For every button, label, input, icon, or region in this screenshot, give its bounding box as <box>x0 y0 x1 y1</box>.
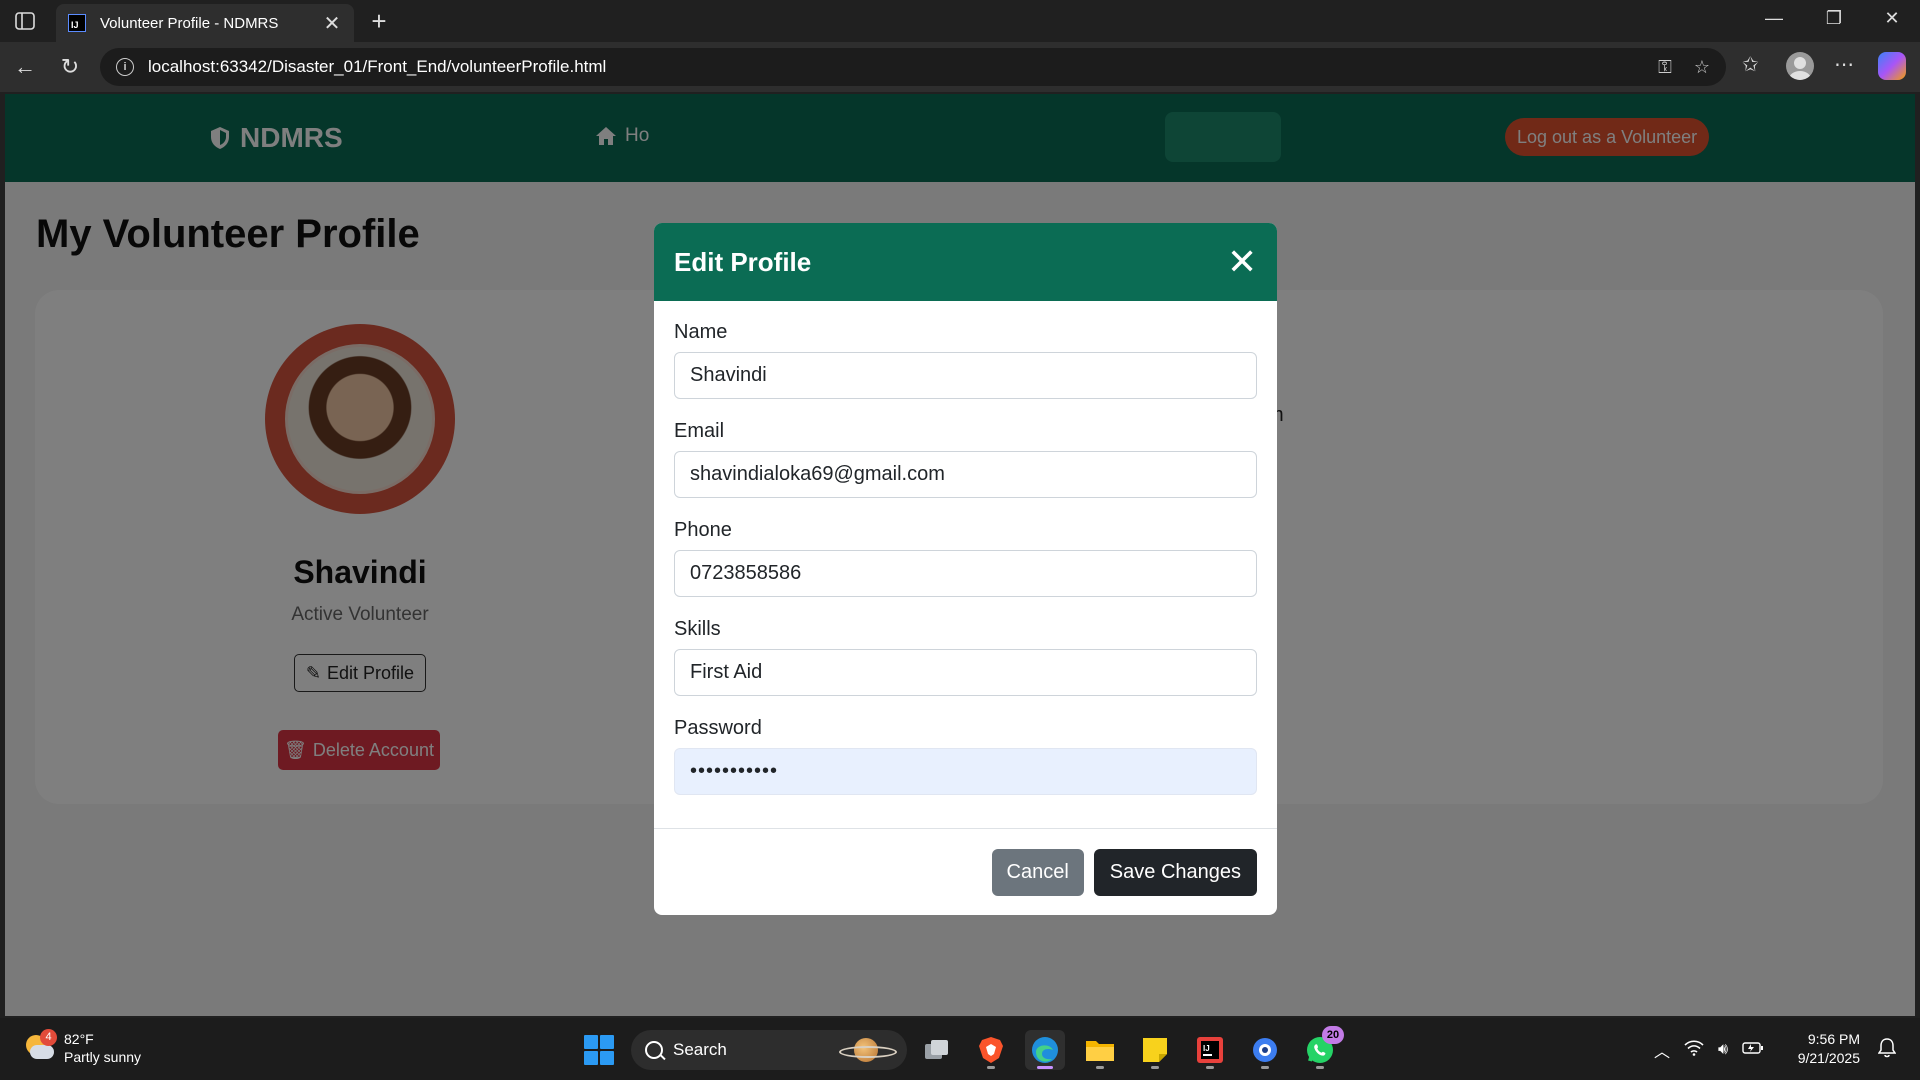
password-field-group: Password <box>674 717 1257 795</box>
url-field[interactable]: i localhost:63342/Disaster_01/Front_End/… <box>100 48 1726 86</box>
save-changes-button[interactable]: Save Changes <box>1093 848 1257 896</box>
new-tab-button[interactable]: + <box>364 6 394 37</box>
name-label: Name <box>674 321 728 343</box>
app-eye-icon[interactable] <box>1245 1030 1285 1070</box>
password-label: Password <box>674 717 762 739</box>
wifi-icon[interactable] <box>1684 1039 1704 1061</box>
reload-icon[interactable]: ↻ <box>55 52 85 82</box>
notification-bell-icon[interactable] <box>1877 1038 1900 1060</box>
copilot-icon[interactable] <box>1878 52 1906 80</box>
saturn-icon <box>839 1037 897 1063</box>
phone-label: Phone <box>674 519 732 541</box>
name-field-group: Name <box>674 321 1257 399</box>
favorites-icon[interactable]: ✩ <box>1742 52 1759 77</box>
sticky-notes-icon[interactable] <box>1135 1030 1175 1070</box>
browser-tab-bar: IJ Volunteer Profile - NDMRS ✕ + — ❐ ✕ <box>0 0 1920 42</box>
search-icon <box>645 1041 663 1059</box>
weather-widget[interactable]: 4 82°F Partly sunny <box>24 1029 142 1066</box>
weather-temp: 82°F <box>64 1031 94 1047</box>
modal-close-icon[interactable]: ✕ <box>1227 244 1257 280</box>
taskbar: 4 82°F Partly sunny Search IJ 20 ︿ 🔊︎ 9:… <box>0 1018 1920 1080</box>
minimize-icon[interactable]: — <box>1754 8 1794 29</box>
restore-icon[interactable]: ❐ <box>1814 8 1854 29</box>
window-close-icon[interactable]: ✕ <box>1872 8 1912 29</box>
phone-input[interactable] <box>674 550 1257 597</box>
web-page: NDMRS Ho Log out as a Volunteer My Volun… <box>5 94 1915 1016</box>
volume-icon[interactable]: 🔊︎ <box>1718 1041 1728 1059</box>
windows-start-icon[interactable] <box>584 1035 614 1065</box>
url-text: localhost:63342/Disaster_01/Front_End/vo… <box>148 57 607 76</box>
whatsapp-badge: 20 <box>1322 1026 1344 1044</box>
weather-desc: Partly sunny <box>64 1049 142 1065</box>
edit-profile-modal: Edit Profile ✕ Name Email Phone Skills P… <box>654 223 1277 915</box>
battery-icon[interactable] <box>1742 1041 1764 1060</box>
partly-sunny-icon: 4 <box>24 1029 57 1063</box>
more-options-icon[interactable]: ⋯ <box>1834 52 1854 77</box>
email-input[interactable] <box>674 451 1257 498</box>
email-field-group: Email <box>674 420 1257 498</box>
taskbar-search[interactable]: Search <box>631 1030 907 1070</box>
name-input[interactable] <box>674 352 1257 399</box>
file-explorer-icon[interactable] <box>1080 1030 1120 1070</box>
browser-tab[interactable]: IJ Volunteer Profile - NDMRS ✕ <box>56 4 354 42</box>
svg-text:IJ: IJ <box>1203 1044 1210 1053</box>
system-clock[interactable]: 9:56 PM 9/21/2025 <box>1790 1030 1860 1068</box>
skills-input[interactable] <box>674 649 1257 696</box>
modal-body: Name Email Phone Skills Password <box>654 301 1277 828</box>
modal-footer: Cancel Save Changes <box>654 828 1277 915</box>
address-bar-row: ← ↻ i localhost:63342/Disaster_01/Front_… <box>0 42 1920 92</box>
skills-label: Skills <box>674 618 721 640</box>
site-info-icon[interactable]: i <box>116 58 134 76</box>
clock-time: 9:56 PM <box>1807 1031 1860 1047</box>
chevron-up-icon[interactable]: ︿ <box>1654 1038 1670 1062</box>
modal-title: Edit Profile <box>674 246 812 277</box>
tab-title: Volunteer Profile - NDMRS <box>100 14 279 32</box>
intellij-icon: IJ <box>68 14 86 32</box>
whatsapp-icon[interactable]: 20 <box>1300 1026 1344 1070</box>
intellij-idea-icon[interactable]: IJ <box>1190 1030 1230 1070</box>
favorite-star-icon[interactable]: ☆ <box>1694 57 1710 78</box>
modal-header: Edit Profile ✕ <box>654 223 1277 301</box>
key-icon[interactable]: ⚿ <box>1658 57 1672 78</box>
brave-browser-icon[interactable] <box>971 1030 1011 1070</box>
back-arrow-icon[interactable]: ← <box>10 52 40 82</box>
edge-browser-icon[interactable] <box>1025 1030 1065 1070</box>
cancel-button[interactable]: Cancel <box>991 848 1084 896</box>
password-input[interactable] <box>674 748 1257 795</box>
clock-date: 9/21/2025 <box>1797 1050 1860 1066</box>
tab-actions-icon[interactable] <box>12 9 38 33</box>
phone-field-group: Phone <box>674 519 1257 597</box>
profile-avatar-icon[interactable] <box>1786 52 1814 80</box>
email-label: Email <box>674 420 725 442</box>
skills-field-group: Skills <box>674 618 1257 696</box>
tab-close-icon[interactable]: ✕ <box>322 11 342 36</box>
weather-badge: 4 <box>40 1029 57 1046</box>
system-tray: ︿ 🔊︎ <box>1654 1038 1764 1062</box>
search-label: Search <box>673 1040 727 1059</box>
task-view-icon[interactable] <box>917 1030 957 1070</box>
